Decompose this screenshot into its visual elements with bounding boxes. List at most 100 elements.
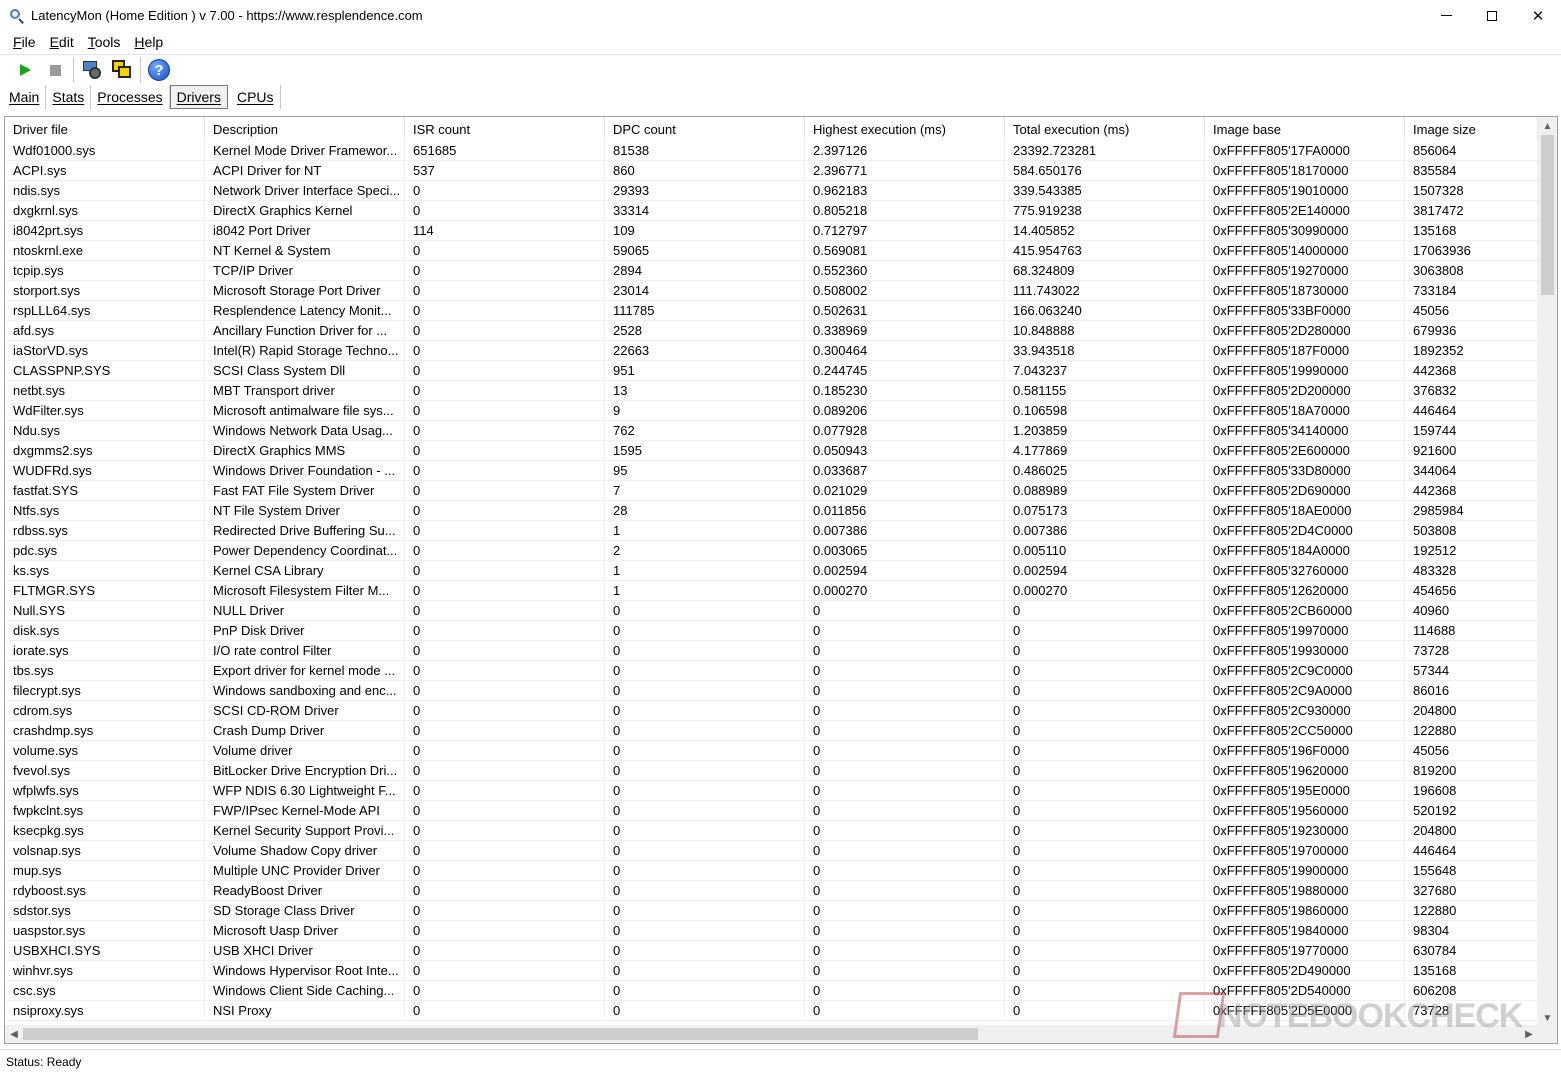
column-header[interactable]: Highest execution (ms)	[805, 117, 1005, 141]
table-row[interactable]: pdc.sys Power Dependency Coordinat... 0 2 0.…	[5, 541, 1538, 561]
table-row[interactable]: tbs.sys Export driver for kernel mode ...…	[5, 661, 1538, 681]
tab-drivers[interactable]: Drivers	[169, 85, 228, 109]
table-cell: 3817472	[1405, 201, 1538, 221]
column-header[interactable]: ISR count	[405, 117, 605, 141]
table-row[interactable]: volsnap.sys Volume Shadow Copy driver 0 0 0 0…	[5, 841, 1538, 861]
table-row[interactable]: CLASSPNP.SYS SCSI Class System Dll 0 951 0.2…	[5, 361, 1538, 381]
table-row[interactable]: sdstor.sys SD Storage Class Driver 0 0 0 0 0xF…	[5, 901, 1538, 921]
table-cell: 0	[805, 601, 1005, 621]
table-cell: 135168	[1405, 221, 1538, 241]
table-row[interactable]: ntoskrnl.exe NT Kernel & System 0 59065 0.56…	[5, 241, 1538, 261]
table-row[interactable]: fwpkclnt.sys FWP/IPsec Kernel-Mode API 0 0 0…	[5, 801, 1538, 821]
table-row[interactable]: disk.sys PnP Disk Driver 0 0 0 0 0xFFFFF805'19…	[5, 621, 1538, 641]
table-row[interactable]: storport.sys Microsoft Storage Port Drive…	[5, 281, 1538, 301]
column-header[interactable]: Image size	[1405, 117, 1538, 141]
table-row[interactable]: cdrom.sys SCSI CD-ROM Driver 0 0 0 0 0xFFFFF80…	[5, 701, 1538, 721]
tab-processes[interactable]: Processes	[91, 85, 170, 109]
tab-stats[interactable]: Stats	[46, 85, 92, 109]
table-cell: 0xFFFFF805'19880000	[1205, 881, 1405, 901]
table-row[interactable]: WdFilter.sys Microsoft antimalware file s…	[5, 401, 1538, 421]
table-row[interactable]: FLTMGR.SYS Microsoft Filesystem Filter M.…	[5, 581, 1538, 601]
table-row[interactable]: crashdmp.sys Crash Dump Driver 0 0 0 0 0xFFFFF…	[5, 721, 1538, 741]
table-row[interactable]: uaspstor.sys Microsoft Uasp Driver 0 0 0 0 0xF…	[5, 921, 1538, 941]
table-cell: SCSI CD-ROM Driver	[205, 701, 405, 721]
table-row[interactable]: mup.sys Multiple UNC Provider Driver 0 0 0 0 0…	[5, 861, 1538, 881]
drivers-table[interactable]: Driver file Description ISR count DPC count…	[4, 116, 1558, 1044]
table-row[interactable]: afd.sys Ancillary Function Driver for ...…	[5, 321, 1538, 341]
table-row[interactable]: wfplwfs.sys WFP NDIS 6.30 Lightweight F..…	[5, 781, 1538, 801]
table-row[interactable]: nsiproxy.sys NSI Proxy 0 0 0 0 0xFFFFF805'2D5E…	[5, 1001, 1538, 1021]
table-row[interactable]: WUDFRd.sys Windows Driver Foundation - ..…	[5, 461, 1538, 481]
close-button[interactable]: ✕	[1515, 0, 1561, 31]
table-row[interactable]: csc.sys Windows Client Side Caching... 0 0 0…	[5, 981, 1538, 1001]
table-cell: 45056	[1405, 301, 1538, 321]
table-cell: 0.185230	[805, 381, 1005, 401]
table-row[interactable]: tcpip.sys TCP/IP Driver 0 2894 0.552360 68.32…	[5, 261, 1538, 281]
menu-file[interactable]: File	[6, 34, 43, 50]
column-header[interactable]: DPC count	[605, 117, 805, 141]
table-row[interactable]: iorate.sys I/O rate control Filter 0 0 0 0 0xF…	[5, 641, 1538, 661]
table-row[interactable]: volume.sys Volume driver 0 0 0 0 0xFFFFF805'19…	[5, 741, 1538, 761]
table-row[interactable]: ks.sys Kernel CSA Library 0 1 0.002594 0.0025…	[5, 561, 1538, 581]
table-row[interactable]: Wdf01000.sys Kernel Mode Driver Framewor.…	[5, 141, 1538, 161]
table-row[interactable]: Null.SYS NULL Driver 0 0 0 0 0xFFFFF805'2CB600…	[5, 601, 1538, 621]
column-header[interactable]: Image base	[1205, 117, 1405, 141]
table-cell: 57344	[1405, 661, 1538, 681]
horizontal-scrollbar[interactable]: ◀ ▶	[5, 1025, 1538, 1043]
table-row[interactable]: fvevol.sys BitLocker Drive Encryption Dri…	[5, 761, 1538, 781]
table-cell: 0	[1005, 761, 1205, 781]
table-row[interactable]: dxgmms2.sys DirectX Graphics MMS 0 1595 0.05…	[5, 441, 1538, 461]
table-row[interactable]: iaStorVD.sys Intel(R) Rapid Storage Techn…	[5, 341, 1538, 361]
table-cell: 1595	[605, 441, 805, 461]
help-button[interactable]: ?	[144, 56, 174, 84]
table-cell: 775.919238	[1005, 201, 1205, 221]
vertical-scroll-thumb[interactable]	[1541, 135, 1554, 295]
column-header[interactable]: Description	[205, 117, 405, 141]
horizontal-scroll-thumb[interactable]	[23, 1028, 978, 1040]
table-row[interactable]: filecrypt.sys Windows sandboxing and enc.…	[5, 681, 1538, 701]
tools-button[interactable]	[77, 56, 107, 84]
windows-button[interactable]	[107, 56, 137, 84]
column-header[interactable]: Driver file	[5, 117, 205, 141]
start-button[interactable]	[10, 56, 40, 84]
table-cell: I/O rate control Filter	[205, 641, 405, 661]
stop-button[interactable]	[40, 56, 70, 84]
menu-help[interactable]: Help	[127, 34, 170, 50]
table-cell: 0	[405, 721, 605, 741]
tab-main[interactable]: Main	[3, 85, 47, 109]
table-row[interactable]: USBXHCI.SYS USB XHCI Driver 0 0 0 0 0xFFFFF805…	[5, 941, 1538, 961]
tab-cpus[interactable]: CPUs	[231, 85, 281, 109]
table-cell: 0.338969	[805, 321, 1005, 341]
table-row[interactable]: ksecpkg.sys Kernel Security Support Provi…	[5, 821, 1538, 841]
scroll-right-icon[interactable]: ▶	[1520, 1025, 1538, 1043]
vertical-scrollbar[interactable]: ▲ ▼	[1538, 117, 1557, 1027]
table-row[interactable]: rdyboost.sys ReadyBoost Driver 0 0 0 0 0xFFFFF…	[5, 881, 1538, 901]
table-cell: FLTMGR.SYS	[5, 581, 205, 601]
table-row[interactable]: i8042prt.sys i8042 Port Driver 114 109 0.712…	[5, 221, 1538, 241]
table-row[interactable]: rspLLL64.sys Resplendence Latency Monit..…	[5, 301, 1538, 321]
column-header[interactable]: Total execution (ms)	[1005, 117, 1205, 141]
table-cell: Power Dependency Coordinat...	[205, 541, 405, 561]
table-cell: 1507328	[1405, 181, 1538, 201]
table-row[interactable]: dxgkrnl.sys DirectX Graphics Kernel 0 33314…	[5, 201, 1538, 221]
table-row[interactable]: rdbss.sys Redirected Drive Buffering Su..…	[5, 521, 1538, 541]
menu-edit[interactable]: Edit	[43, 34, 81, 50]
scroll-up-icon[interactable]: ▲	[1538, 117, 1557, 135]
table-row[interactable]: Ndu.sys Windows Network Data Usag... 0 762 0…	[5, 421, 1538, 441]
table-cell: NSI Proxy	[205, 1001, 405, 1021]
table-cell: 0.300464	[805, 341, 1005, 361]
table-row[interactable]: ACPI.sys ACPI Driver for NT 537 860 2.396771…	[5, 161, 1538, 181]
minimize-button[interactable]	[1423, 0, 1469, 31]
table-row[interactable]: ndis.sys Network Driver Interface Speci..…	[5, 181, 1538, 201]
table-row[interactable]: winhvr.sys Windows Hypervisor Root Inte..…	[5, 961, 1538, 981]
table-row[interactable]: fastfat.SYS Fast FAT File System Driver 0 7…	[5, 481, 1538, 501]
table-cell: 0.502631	[805, 301, 1005, 321]
table-cell: NT Kernel & System	[205, 241, 405, 261]
scroll-left-icon[interactable]: ◀	[5, 1025, 23, 1043]
table-cell: 0	[605, 601, 805, 621]
menu-tools[interactable]: Tools	[81, 34, 128, 50]
maximize-button[interactable]	[1469, 0, 1515, 31]
table-cell: 0xFFFFF805'2D490000	[1205, 961, 1405, 981]
table-row[interactable]: Ntfs.sys NT File System Driver 0 28 0.011856…	[5, 501, 1538, 521]
table-row[interactable]: netbt.sys MBT Transport driver 0 13 0.185230…	[5, 381, 1538, 401]
